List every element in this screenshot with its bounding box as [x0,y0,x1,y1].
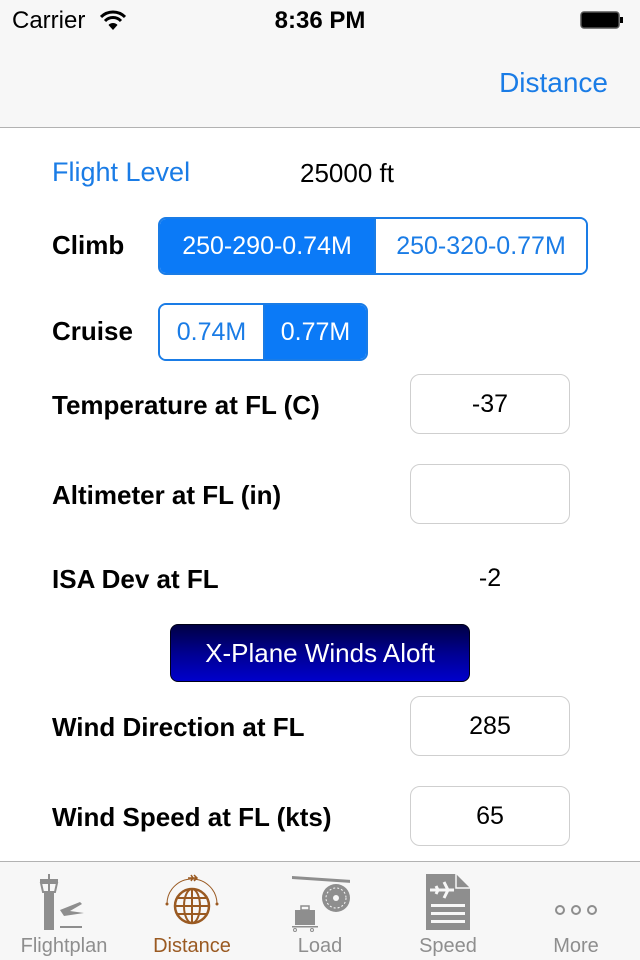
distance-nav-button[interactable]: Distance [499,67,608,99]
tab-label: Distance [153,935,231,957]
clock: 8:36 PM [274,7,366,34]
tab-distance[interactable]: Distance [128,862,256,960]
battery-icon [580,11,623,29]
globe-flight-path-icon [165,874,219,925]
isa-dev-value: -2 [478,564,502,592]
tab-bar: Flightplan Distance Load Speed More [0,861,640,960]
navigation-bar: Distance [0,40,640,128]
altimeter-input[interactable] [410,464,570,524]
wind-direction-label: Wind Direction at FL [52,712,305,742]
baggage-engine-icon [292,876,350,932]
more-dots-icon [555,905,597,915]
altimeter-label: Altimeter at FL (in) [52,480,282,510]
isa-dev-label: ISA Dev at FL [52,564,219,594]
flight-document-icon [426,874,470,930]
cruise-label: Cruise [52,316,133,346]
climb-option-1[interactable]: 250-290-0.74M [160,219,374,273]
climb-segmented-control: 250-290-0.74M 250-320-0.77M [158,217,588,275]
tab-load[interactable]: Load [256,862,384,960]
wind-speed-input[interactable] [410,786,570,846]
form-content: Flight Level 25000 ft Climb 250-290-0.74… [0,129,640,861]
tab-label: Speed [419,935,477,957]
tab-label: More [553,935,599,957]
flight-level-value: 25000 ft [300,158,394,188]
temperature-input[interactable] [410,374,570,434]
cruise-segmented-control: 0.74M 0.77M [158,303,368,361]
tab-more[interactable]: More [512,862,640,960]
wind-speed-label: Wind Speed at FL (kts) [52,802,332,832]
flight-level-link[interactable]: Flight Level [52,157,190,188]
control-tower-departure-icon [39,874,84,930]
tab-speed[interactable]: Speed [384,862,512,960]
temperature-label: Temperature at FL (C) [52,390,320,420]
climb-option-2[interactable]: 250-320-0.77M [374,219,586,273]
cruise-option-1[interactable]: 0.74M [160,305,263,359]
status-bar: Carrier 8:36 PM [0,0,640,40]
climb-label: Climb [52,230,125,260]
tab-label: Flightplan [20,935,108,957]
xplane-winds-aloft-button[interactable]: X-Plane Winds Aloft [170,624,470,682]
wind-direction-input[interactable] [410,696,570,756]
cruise-option-2[interactable]: 0.77M [263,305,366,359]
tab-label: Load [297,935,343,957]
tab-flightplan[interactable]: Flightplan [0,862,128,960]
